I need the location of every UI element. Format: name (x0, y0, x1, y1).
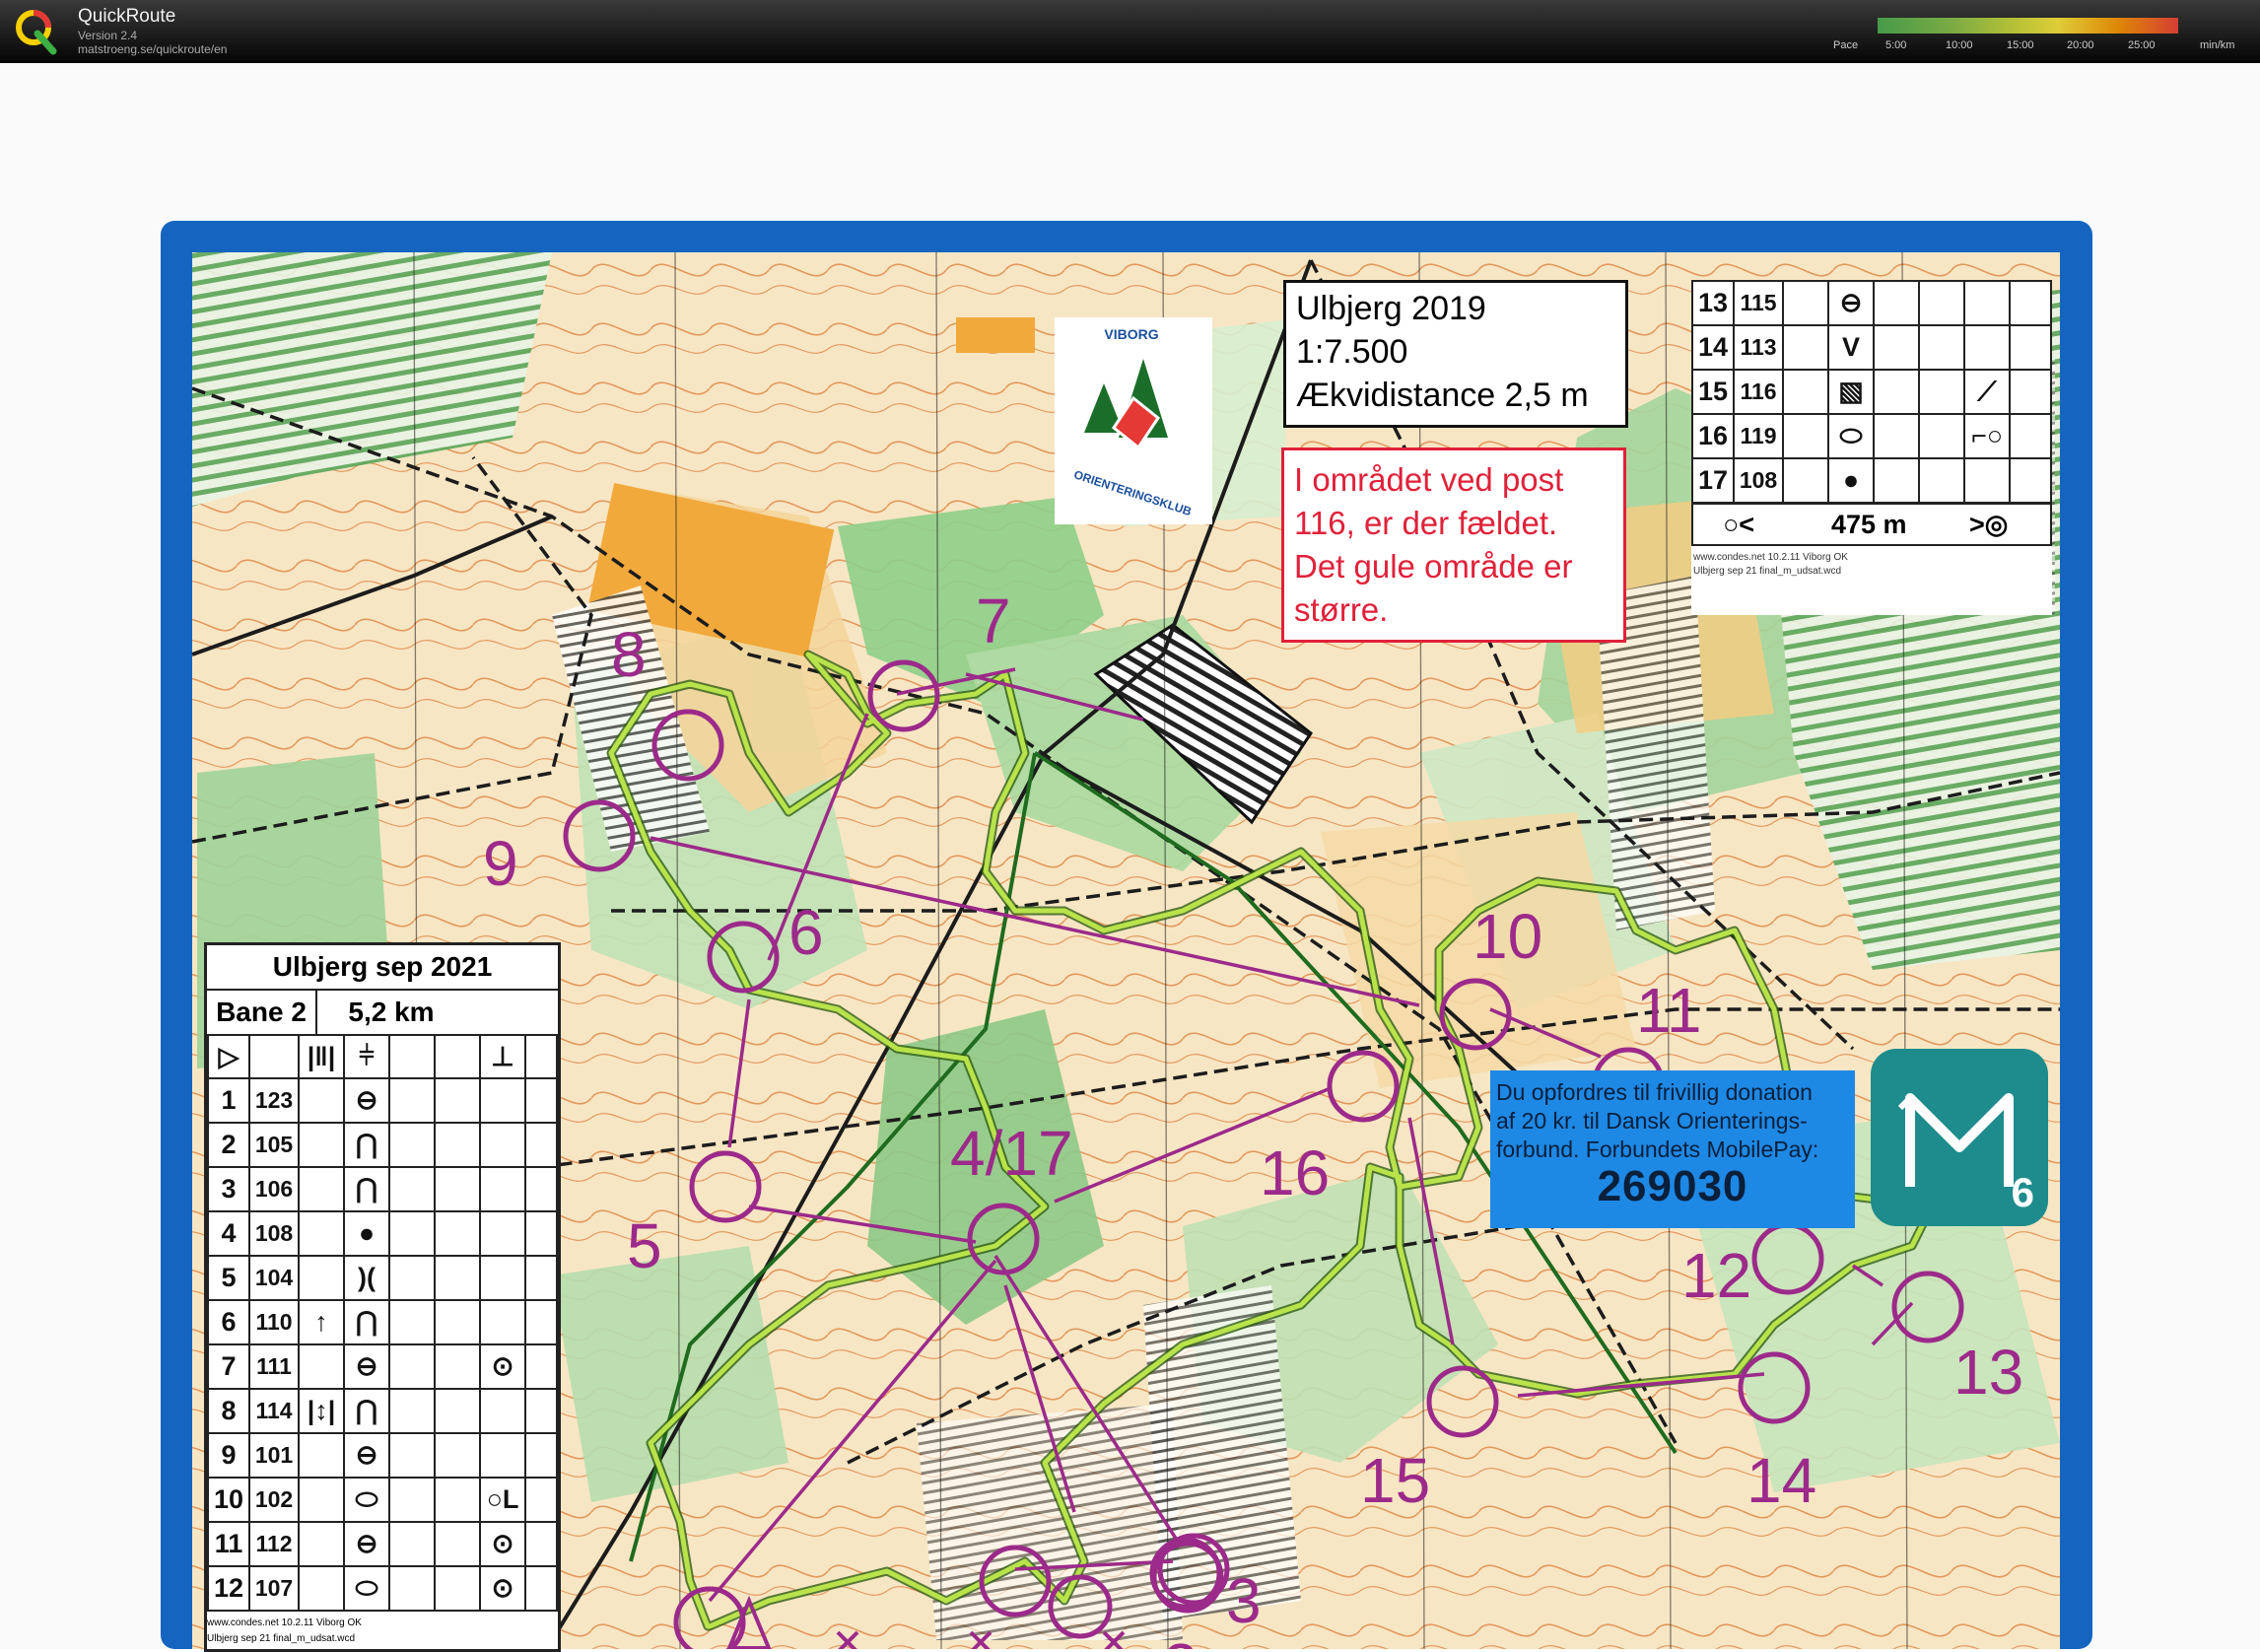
map-scale: 1:7.500 (1296, 333, 1408, 371)
pace-tick: 20:00 (2067, 39, 2094, 51)
finish-start-icon: ○< (1723, 510, 1755, 539)
mobilepay-number: 269030 (1597, 1162, 1748, 1210)
control-label: 10 (1472, 901, 1542, 972)
control-row: 17 108 ● (1691, 457, 2052, 504)
card-footer: Ulbjerg sep 21 final_m_udsat.wcd (207, 1633, 356, 1644)
control-label: 11 (1636, 975, 1701, 1046)
finish-end-icon: >◎ (1969, 510, 2009, 539)
control-row: 13 115 ⊖ (1691, 280, 2052, 326)
club-logo-icon: VIBORG ORIENTERINGSKLUB (1055, 317, 1212, 524)
map-canvas[interactable]: 7 8 9 6 5 4/17 16 10 11 12 13 14 15 3 2 … (0, 63, 2260, 1652)
control-row: 7 111 ⊖ ⊙ (207, 1343, 558, 1390)
control-label: 9 (483, 828, 518, 899)
control-row: 8 114 |↕| ⋂ (207, 1388, 558, 1434)
control-row: 4 108 ● (207, 1210, 558, 1257)
control-label: 3 (1226, 1565, 1262, 1636)
notice-line: 116, er der fældet. (1294, 505, 1558, 541)
pace-tick: 15:00 (2007, 39, 2034, 51)
app-version: Version 2.4 (78, 29, 138, 42)
notice-line: Det gule område er (1294, 548, 1573, 585)
control-label: 5 (627, 1210, 662, 1281)
control-row: 6 110 ↑ ⋂ (207, 1299, 558, 1345)
control-row: 3 106 ⋂ (207, 1166, 558, 1212)
control-row: 16 119 ⬭ ⌐○ (1691, 413, 2052, 459)
control-row: 12 107 ⬭ ⊙ (207, 1565, 558, 1612)
map-title: Ulbjerg 2019 (1296, 290, 1486, 327)
control-label: 4/17 (950, 1118, 1073, 1189)
control-row: 14 113 V (1691, 324, 2052, 371)
mobilepay-subscript: 6 (2011, 1169, 2034, 1215)
control-label: 6 (788, 897, 824, 968)
control-label: 2 (1163, 1630, 1198, 1649)
map-contour-interval: Ækvidistance 2,5 m (1296, 377, 1589, 414)
finish-distance: 475 m (1831, 510, 1907, 539)
control-row: 2 105 ⋂ (207, 1122, 558, 1168)
start-triangle-icon: ▷ (207, 1034, 250, 1079)
donation-line: af 20 kr. til Dansk Orienterings- (1496, 1108, 1808, 1134)
control-row: 10 102 ⬭ ○L (207, 1477, 558, 1523)
control-label: 15 (1360, 1445, 1430, 1516)
quickroute-logo-icon (16, 10, 57, 55)
control-label: 7 (976, 585, 1011, 656)
app-url[interactable]: matstroeng.se/quickroute/en (78, 42, 227, 56)
control-description-card: Ulbjerg sep 2021 Bane 2 5,2 km ▷ |‖| ⫩ ⊥ 1… (204, 942, 561, 1652)
finish-row: ○< 475 m >◎ (1691, 503, 2052, 546)
title-bar: QuickRoute Version 2.4 matstroeng.se/qui… (0, 0, 2260, 63)
notice-line: større. (1294, 591, 1389, 628)
club-logo-top: VIBORG (1104, 326, 1158, 342)
card-footer: www.condes.net 10.2.11 Viborg OK (207, 1618, 362, 1628)
pace-tick: 5:00 (1885, 39, 1907, 51)
control-row: 1 123 ⊖ (207, 1077, 558, 1124)
app-name: QuickRoute (78, 6, 176, 27)
donation-box: Du opfordres til frivillig donation af 2… (1490, 1070, 1855, 1228)
pace-tick: 25:00 (2128, 39, 2156, 51)
donation-line: forbund. Forbundets MobilePay: (1496, 1136, 1819, 1162)
pace-color-scale (1878, 18, 2178, 34)
card-footer: Ulbjerg sep 21 final_m_udsat.wcd (1693, 566, 1842, 577)
card-length: 5,2 km (348, 997, 435, 1027)
control-label: 14 (1746, 1445, 1816, 1516)
notice-line: I området ved post (1294, 461, 1564, 498)
pace-unit: min/km (2200, 39, 2235, 51)
donation-line: Du opfordres til frivillig donation (1496, 1079, 1813, 1105)
control-table-right: 13 115 ⊖ 14 113 V 15 116 ▧ ⟋ 16 119 ⬭ ⌐○ 17 108 ● (1691, 280, 2052, 504)
pace-tick: 10:00 (1946, 39, 1973, 51)
control-row: 11 112 ⊖ ⊙ (207, 1521, 558, 1567)
card-title: Ulbjerg sep 2021 (207, 945, 558, 991)
map-notice-box: I området ved post 116, er der fældet. D… (1281, 447, 1626, 643)
control-label: 13 (1953, 1337, 2023, 1408)
card-footer: www.condes.net 10.2.11 Viborg OK (1693, 552, 1848, 563)
map-title-box: Ulbjerg 2019 1:7.500 Ækvidistance 2,5 m (1283, 280, 1628, 428)
card-course: Bane 2 (207, 991, 317, 1034)
mobilepay-logo: 6 (1871, 1049, 2048, 1226)
control-label: 8 (611, 619, 647, 690)
control-description-card-right: 13 115 ⊖ 14 113 V 15 116 ▧ ⟋ 16 119 ⬭ ⌐○ 17 108 ● ○<… (1691, 280, 2052, 615)
control-row: 15 116 ▧ ⟋ (1691, 369, 2052, 415)
control-row: 5 104)( (207, 1255, 558, 1301)
control-label: 16 (1260, 1137, 1330, 1208)
control-row: 9 101 ⊖ (207, 1432, 558, 1479)
control-label: 12 (1681, 1240, 1751, 1311)
pace-label: Pace (1833, 39, 1859, 51)
control-table: ▷ |‖| ⫩ ⊥ 1 123 ⊖ 2 105 ⋂ 3 106 ⋂ 4 108 ● 5 104)( 6… (207, 1034, 558, 1612)
